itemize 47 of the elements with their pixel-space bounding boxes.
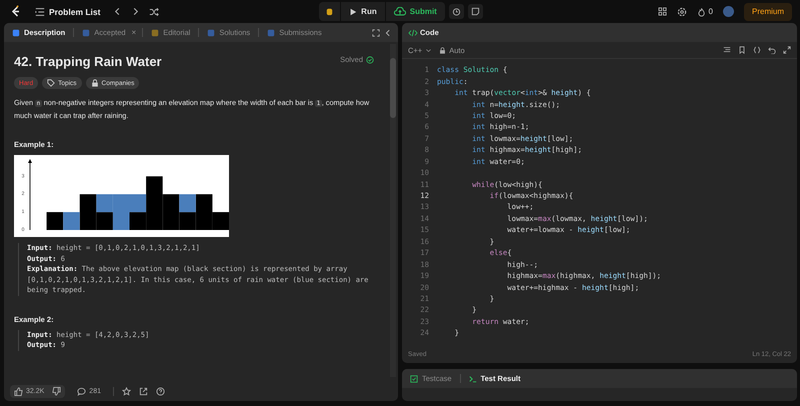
expand-icon[interactable] [783, 46, 791, 54]
problem-list-link[interactable]: Problem List [49, 6, 100, 16]
water-bar [63, 212, 80, 230]
star-icon[interactable] [122, 386, 131, 396]
thumbs-down-icon [52, 386, 62, 396]
settings-icon[interactable] [676, 6, 687, 16]
list-icon[interactable] [35, 6, 45, 16]
thumbs-up-icon [14, 386, 23, 396]
check-circle-icon [366, 56, 374, 64]
submit-button[interactable]: Submit [384, 2, 445, 21]
terminal-icon [468, 374, 477, 382]
tag-icon [47, 79, 56, 87]
cloud-upload-icon [394, 7, 406, 16]
chevron-down-icon [425, 46, 432, 54]
avatar[interactable] [723, 6, 734, 17]
logo-icon[interactable] [10, 5, 22, 18]
format-icon[interactable] [723, 46, 731, 54]
play-icon [349, 8, 358, 16]
lock-icon [439, 46, 446, 54]
grid-icon[interactable] [658, 7, 667, 16]
braces-icon[interactable] [753, 46, 761, 54]
note-button[interactable] [468, 4, 483, 19]
elevation-bar [46, 212, 64, 230]
checkbox-icon [410, 374, 418, 382]
chevron-left-icon[interactable] [384, 28, 392, 36]
premium-button[interactable]: Premium [744, 2, 792, 20]
water-bar [179, 194, 196, 212]
close-tab-icon[interactable]: × [132, 28, 136, 37]
note-icon [470, 7, 480, 16]
undo-icon[interactable] [768, 46, 776, 54]
bookmark-icon[interactable] [738, 46, 746, 54]
problem-title: 42. Trapping Rain Water [14, 54, 162, 69]
alarm-clock-icon [452, 7, 461, 16]
lock-icon [90, 79, 99, 87]
chevron-right-icon[interactable] [131, 7, 140, 16]
scrollbar[interactable] [390, 44, 396, 377]
y-axis [28, 159, 32, 230]
alarm-clock-button[interactable] [448, 4, 464, 19]
speech-bubble-icon [77, 386, 86, 396]
code-icon [408, 28, 418, 36]
shuffle-icon[interactable] [149, 6, 160, 16]
expand-icon[interactable] [372, 28, 380, 36]
help-icon[interactable] [156, 386, 165, 396]
flame-icon[interactable] [696, 6, 706, 16]
run-button[interactable]: Run [340, 2, 385, 21]
share-icon[interactable] [138, 386, 148, 396]
streak-count: 0 [708, 7, 713, 16]
